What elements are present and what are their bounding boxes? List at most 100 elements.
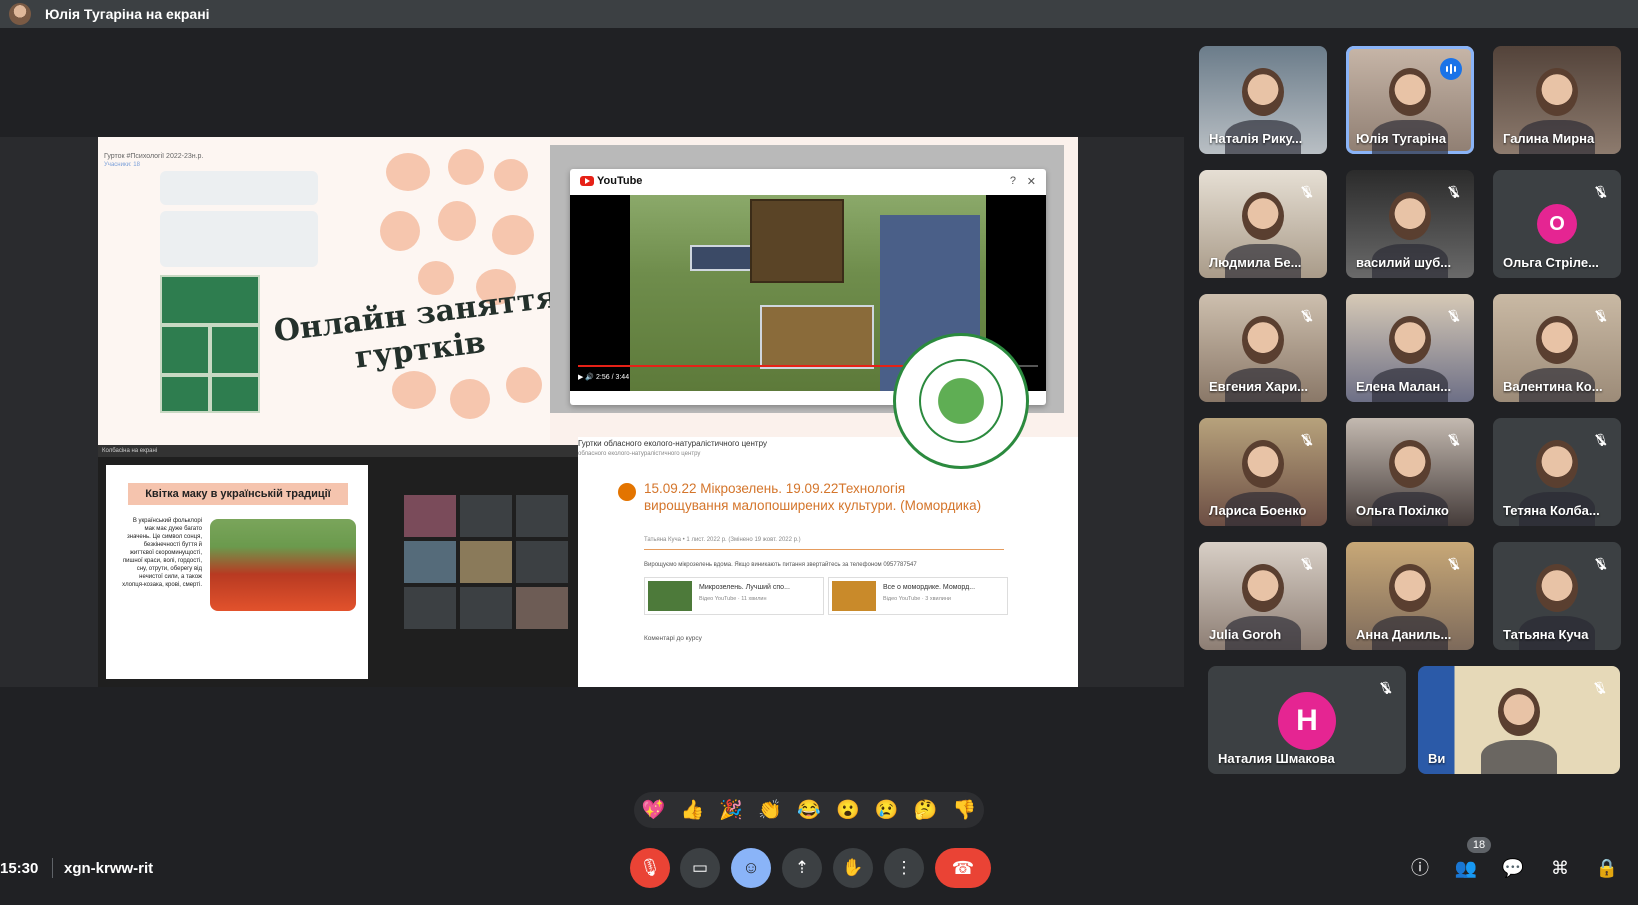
- mic-toggle-button[interactable]: 🎙: [630, 848, 670, 888]
- emoji-icon: ☺: [742, 858, 760, 877]
- camera-icon: ▭: [691, 858, 709, 877]
- participant-avatar: Н: [1278, 692, 1336, 750]
- chat-title: Гурток #Психології 2022-23н.р.: [104, 153, 204, 160]
- participant-tile[interactable]: О 🎙 Ольга Стріле...: [1493, 170, 1621, 278]
- play-icon[interactable]: ▶: [578, 374, 583, 381]
- participant-tile[interactable]: 🎙 Тетяна Колба...: [1493, 418, 1621, 526]
- participant-face: [1242, 564, 1284, 612]
- decor-dot: [380, 211, 420, 251]
- reaction-emoji[interactable]: 😮: [833, 798, 863, 822]
- mini-slide-text: В український фольклорі мак має дуже баг…: [122, 518, 202, 588]
- participant-name: Ольга Похілко: [1356, 503, 1449, 518]
- mini-participant-tile: [404, 587, 456, 629]
- volume-icon[interactable]: 🔊: [585, 374, 594, 381]
- participant-name: Валентина Ко...: [1503, 379, 1603, 394]
- reaction-emoji[interactable]: 🎉: [716, 798, 746, 822]
- class-comments: Коментарі до курсу: [644, 635, 702, 642]
- participant-tile[interactable]: 🎙 Татьяна Куча: [1493, 542, 1621, 650]
- attachment-subtitle: Відео YouTube · 11 хвилин: [699, 596, 767, 602]
- mini-participant-tile: [460, 495, 512, 537]
- mini-call-panel: Колбасіна на екрані Квітка маку в україн…: [98, 445, 578, 687]
- reaction-emoji[interactable]: 🤔: [911, 798, 941, 822]
- participant-tile[interactable]: Наталія Рику...: [1199, 46, 1327, 154]
- participant-tile[interactable]: Юлія Тугаріна: [1346, 46, 1474, 154]
- video-progress-fill: [578, 365, 937, 367]
- participant-face: [1242, 68, 1284, 116]
- attachment-title: Микрозелень. Лучший спо...: [699, 584, 790, 591]
- more-options-button[interactable]: ⋮: [884, 848, 924, 888]
- host-controls-icon[interactable]: 🔒: [1594, 855, 1620, 881]
- participant-tile[interactable]: 🎙 Julia Goroh: [1199, 542, 1327, 650]
- leave-call-button[interactable]: ☎: [935, 848, 991, 888]
- decor-dot: [506, 367, 542, 403]
- participant-face: [1389, 316, 1431, 364]
- chat-icon[interactable]: 💬: [1500, 855, 1526, 881]
- participant-face: [1242, 192, 1284, 240]
- mini-participant-tile: [516, 495, 568, 537]
- participant-tile[interactable]: 🎙 Людмила Бе...: [1199, 170, 1327, 278]
- participant-avatar: О: [1537, 204, 1577, 244]
- presenter-bar: Юлія Тугаріна на екрані: [0, 0, 1638, 28]
- mic-off-icon: 🎙: [1446, 309, 1462, 323]
- attachment-thumbnail: [648, 581, 692, 611]
- honeycomb-frame: [750, 199, 844, 283]
- mini-participant-tile: [404, 495, 456, 537]
- reactions-bar: 💖 👍 🎉 👏 😂 😮 😢 🤔 👎: [634, 792, 984, 828]
- help-icon[interactable]: ?: [1010, 175, 1016, 187]
- participant-tile[interactable]: 🎙 Ольга Похілко: [1346, 418, 1474, 526]
- people-icon[interactable]: 👥: [1453, 855, 1479, 881]
- participant-tile[interactable]: Галина Мирна: [1493, 46, 1621, 154]
- participant-face: [1389, 192, 1431, 240]
- reaction-emoji[interactable]: 👎: [949, 798, 979, 822]
- camera-toggle-button[interactable]: ▭: [680, 848, 720, 888]
- participant-tile[interactable]: Н 🎙 Наталия Шмакова: [1208, 666, 1406, 774]
- participant-face: [1536, 68, 1578, 116]
- participant-tile[interactable]: 🎙 Елена Малан...: [1346, 294, 1474, 402]
- youtube-play-icon: [580, 176, 594, 186]
- participant-name: Галина Мирна: [1503, 131, 1595, 146]
- decor-dot: [392, 371, 436, 409]
- present-icon: ⇡: [794, 858, 810, 877]
- participant-tile[interactable]: 🎙 Ви: [1418, 666, 1620, 774]
- decor-dot: [492, 215, 534, 255]
- participant-tile[interactable]: 🎙 Евгения Хари...: [1199, 294, 1327, 402]
- shared-screen[interactable]: Гурток #Психології 2022-23н.р. Учасники:…: [0, 137, 1184, 687]
- participant-name: Наталія Рику...: [1209, 131, 1303, 146]
- close-icon[interactable]: ✕: [1027, 175, 1036, 188]
- reaction-emoji[interactable]: 😂: [794, 798, 824, 822]
- participant-face: [1242, 316, 1284, 364]
- participant-tile[interactable]: 🎙 василий шуб...: [1346, 170, 1474, 278]
- reaction-emoji[interactable]: 💖: [638, 798, 668, 822]
- info-icon[interactable]: ⓘ: [1407, 855, 1433, 881]
- participant-name: Татьяна Куча: [1503, 627, 1589, 642]
- meeting-code: xgn-krww-rit: [64, 860, 154, 877]
- chat-panel: Гурток #Психології 2022-23н.р. Учасники:…: [98, 137, 560, 445]
- reaction-emoji[interactable]: 😢: [872, 798, 902, 822]
- participant-tile[interactable]: 🎙 Лариса Боенко: [1199, 418, 1327, 526]
- end-call-icon: ☎: [951, 857, 975, 878]
- participant-name: Julia Goroh: [1209, 627, 1282, 642]
- activities-icon[interactable]: ⌘: [1547, 855, 1573, 881]
- participant-face: [1389, 68, 1431, 116]
- video-controls[interactable]: ▶ 🔊 2:56 / 3:44: [578, 373, 629, 381]
- present-button[interactable]: ⇡: [782, 848, 822, 888]
- presentation-slide: Гурток #Психології 2022-23н.р. Учасники:…: [98, 137, 1078, 687]
- more-vert-icon: ⋮: [895, 858, 913, 877]
- decor-dot: [418, 261, 454, 295]
- presenter-label: Юлія Тугаріна на екрані: [45, 6, 210, 22]
- beehive: [760, 305, 874, 369]
- participant-tile[interactable]: 🎙 Анна Даниль...: [1346, 542, 1474, 650]
- mic-off-icon: 🎙: [1446, 185, 1462, 199]
- reactions-button[interactable]: ☺: [731, 848, 771, 888]
- classroom-subheading: обласного еколого-натуралістичного центр…: [578, 451, 701, 457]
- mini-participant-tile: [516, 541, 568, 583]
- mic-off-icon: 🎙: [639, 858, 661, 877]
- reaction-emoji[interactable]: 👏: [755, 798, 785, 822]
- mini-participant-tile: [460, 587, 512, 629]
- participant-name: Людмила Бе...: [1209, 255, 1302, 270]
- divider: [52, 858, 53, 878]
- reaction-emoji[interactable]: 👍: [677, 798, 707, 822]
- mic-off-icon: 🎙: [1378, 681, 1394, 695]
- raise-hand-button[interactable]: ✋: [833, 848, 873, 888]
- participant-tile[interactable]: 🎙 Валентина Ко...: [1493, 294, 1621, 402]
